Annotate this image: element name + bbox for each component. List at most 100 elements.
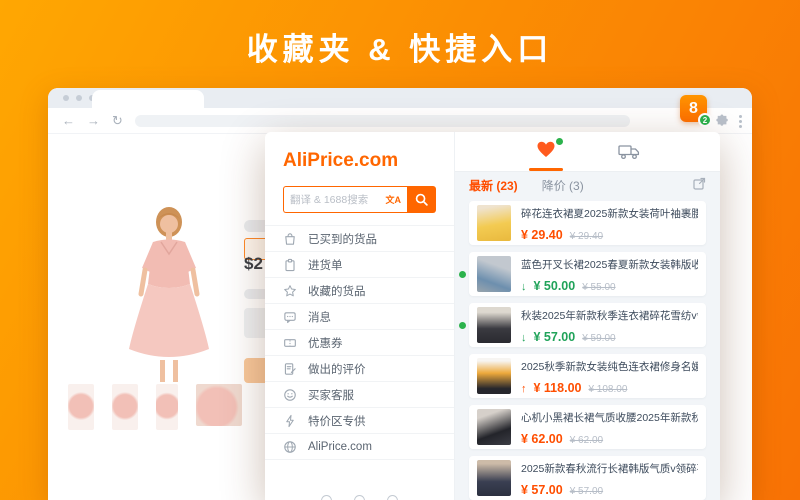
menu-label: 特价区专供 <box>308 413 366 429</box>
browser-tab[interactable] <box>92 90 204 108</box>
product-thumbnail <box>477 205 511 241</box>
aliprice-popup: AliPrice.com 文A 已买到的货品 <box>265 132 720 500</box>
address-bar[interactable] <box>135 115 630 127</box>
extension-badge[interactable]: 8 2 <box>680 95 707 122</box>
menu-item-aliprice-site[interactable]: AliPrice.com <box>265 434 454 460</box>
product-title: 心机小黑裙长裙气质收腰2025年新款秋装女赫本... <box>521 410 698 425</box>
product-card[interactable]: 碎花连衣裙夏2025新款女装荷叶袖裹腰中长款... ¥ 29.40 ¥ 29.4… <box>469 201 706 245</box>
green-status-dot <box>459 322 466 329</box>
menu-label: 消息 <box>308 309 331 325</box>
menu-item-favorites[interactable]: 收藏的货品 <box>265 278 454 304</box>
menu-label: 进货单 <box>308 257 343 273</box>
current-price: ¥ 29.40 <box>521 228 563 242</box>
browser-toolbar: ← → ↻ 8 2 <box>48 108 752 134</box>
filter-price-drop[interactable]: 降价 (3) <box>542 177 584 194</box>
tab-favorites[interactable] <box>524 132 568 171</box>
search-input[interactable] <box>290 194 386 206</box>
product-card[interactable]: 2025秋季新款女装纯色连衣裙修身名媛长袖大摆... ↑ ¥ 118.00 ¥ … <box>469 354 706 398</box>
menu-item-reviews[interactable]: 做出的评价 <box>265 356 454 382</box>
footer-icon[interactable] <box>387 495 398 500</box>
browser-menu-icon[interactable] <box>739 113 742 130</box>
product-title: 碎花连衣裙夏2025新款女装荷叶袖裹腰中长款... <box>521 206 698 221</box>
banner-title: 收藏夹 & 快捷入口 <box>0 24 800 69</box>
price-down-icon: ↓ <box>521 281 527 293</box>
footer-icon[interactable] <box>321 495 332 500</box>
search-button[interactable] <box>407 186 436 213</box>
menu-item-purchase-list[interactable]: 进货单 <box>265 252 454 278</box>
old-price: ¥ 59.00 <box>582 333 615 344</box>
list-item: 心机小黑裙长裙气质收腰2025年新款秋装女赫本... ¥ 62.00 ¥ 62.… <box>469 405 706 449</box>
product-card[interactable]: 秋装2025年新款秋季连衣裙碎花雪纺v领长袖收... ↓ ¥ 57.00 ¥ 5… <box>469 303 706 347</box>
notification-badge: 2 <box>698 113 712 127</box>
menu-item-messages[interactable]: 消息 <box>265 304 454 330</box>
filter-row: 最新 (23) 降价 (3) <box>455 172 720 199</box>
truck-icon <box>618 144 641 160</box>
menu-label: 已买到的货品 <box>308 231 377 247</box>
current-price: ¥ 50.00 <box>534 279 576 293</box>
old-price: ¥ 55.00 <box>582 282 615 293</box>
lightning-icon <box>283 414 297 428</box>
aliprice-logo[interactable]: AliPrice.com <box>283 150 436 172</box>
translate-icon[interactable]: 文A <box>386 193 402 206</box>
menu-item-purchased[interactable]: 已买到的货品 <box>265 226 454 252</box>
extension-count: 8 <box>689 100 698 118</box>
old-price: ¥ 108.00 <box>588 384 627 395</box>
product-thumbnail[interactable] <box>156 384 178 430</box>
old-price: ¥ 57.00 <box>570 486 603 497</box>
filter-latest[interactable]: 最新 (23) <box>469 177 518 194</box>
favorites-panel: 最新 (23) 降价 (3) 碎花连衣裙夏2025新款女装荷叶袖裹腰中长款...… <box>455 132 720 500</box>
review-icon <box>283 362 297 376</box>
product-thumbnail[interactable] <box>68 384 94 430</box>
footer-icon[interactable] <box>354 495 365 500</box>
forward-icon[interactable]: → <box>87 114 100 127</box>
product-thumbnail[interactable] <box>196 384 242 426</box>
product-card[interactable]: 蓝色开叉长裙2025春夏新款女装韩版收腰显瘦... ↓ ¥ 50.00 ¥ 55… <box>469 252 706 296</box>
menu-label: AliPrice.com <box>308 441 372 453</box>
list-item: 蓝色开叉长裙2025春夏新款女装韩版收腰显瘦... ↓ ¥ 50.00 ¥ 55… <box>469 252 706 296</box>
menu-label: 买家客服 <box>308 387 354 403</box>
clipboard-icon <box>283 258 297 272</box>
current-price: ¥ 57.00 <box>534 330 576 344</box>
product-thumbnail[interactable] <box>112 384 138 430</box>
product-thumbnail <box>477 256 511 292</box>
browser-tabstrip <box>48 88 752 108</box>
menu-item-customer-service[interactable]: 买家客服 <box>265 382 454 408</box>
heart-icon <box>536 140 556 158</box>
product-thumbnail <box>477 409 511 445</box>
old-price: ¥ 29.40 <box>570 231 603 242</box>
back-icon[interactable]: ← <box>62 114 75 127</box>
product-title: 秋装2025年新款秋季连衣裙碎花雪纺v领长袖收... <box>521 308 698 323</box>
product-card[interactable]: 2025新款春秋流行长裙韩版气质v领碎花雪纺连... ¥ 57.00 ¥ 57.… <box>469 456 706 500</box>
window-controls[interactable] <box>63 95 95 101</box>
tab-shipments[interactable] <box>608 132 652 171</box>
list-item: 秋装2025年新款秋季连衣裙碎花雪纺v领长袖收... ↓ ¥ 57.00 ¥ 5… <box>469 303 706 347</box>
menu-label: 收藏的货品 <box>308 283 366 299</box>
favorites-list: 碎花连衣裙夏2025新款女装荷叶袖裹腰中长款... ¥ 29.40 ¥ 29.4… <box>455 199 720 500</box>
product-thumbnail <box>477 358 511 394</box>
coupon-icon <box>283 336 297 350</box>
current-price: ¥ 62.00 <box>521 432 563 446</box>
extensions-puzzle-icon[interactable] <box>716 114 729 132</box>
list-item: 碎花连衣裙夏2025新款女装荷叶袖裹腰中长款... ¥ 29.40 ¥ 29.4… <box>469 201 706 245</box>
menu-item-coupons[interactable]: 优惠券 <box>265 330 454 356</box>
search-row: 文A <box>283 186 436 213</box>
price-up-icon: ↑ <box>521 383 527 395</box>
promo-canvas: 收藏夹 & 快捷入口 ← → ↻ 8 2 <box>0 0 800 500</box>
current-price: ¥ 118.00 <box>534 381 582 395</box>
green-status-dot <box>556 138 563 145</box>
list-item: 2025新款春秋流行长裙韩版气质v领碎花雪纺连... ¥ 57.00 ¥ 57.… <box>469 456 706 500</box>
bag-icon <box>283 232 297 246</box>
menu-label: 优惠券 <box>308 335 343 351</box>
refresh-icon[interactable]: ↻ <box>112 114 123 127</box>
panel-tabbar <box>455 132 720 172</box>
old-price: ¥ 62.00 <box>570 435 603 446</box>
menu-item-special-offers[interactable]: 特价区专供 <box>265 408 454 434</box>
product-card[interactable]: 心机小黑裙长裙气质收腰2025年新款秋装女赫本... ¥ 62.00 ¥ 62.… <box>469 405 706 449</box>
product-thumbnail <box>477 460 511 496</box>
popup-footer-icons <box>265 495 454 500</box>
product-price: $2 <box>244 254 263 274</box>
globe-icon <box>283 440 297 454</box>
product-main-image <box>95 202 243 382</box>
search-icon <box>415 193 428 206</box>
open-external-icon[interactable] <box>693 177 706 195</box>
